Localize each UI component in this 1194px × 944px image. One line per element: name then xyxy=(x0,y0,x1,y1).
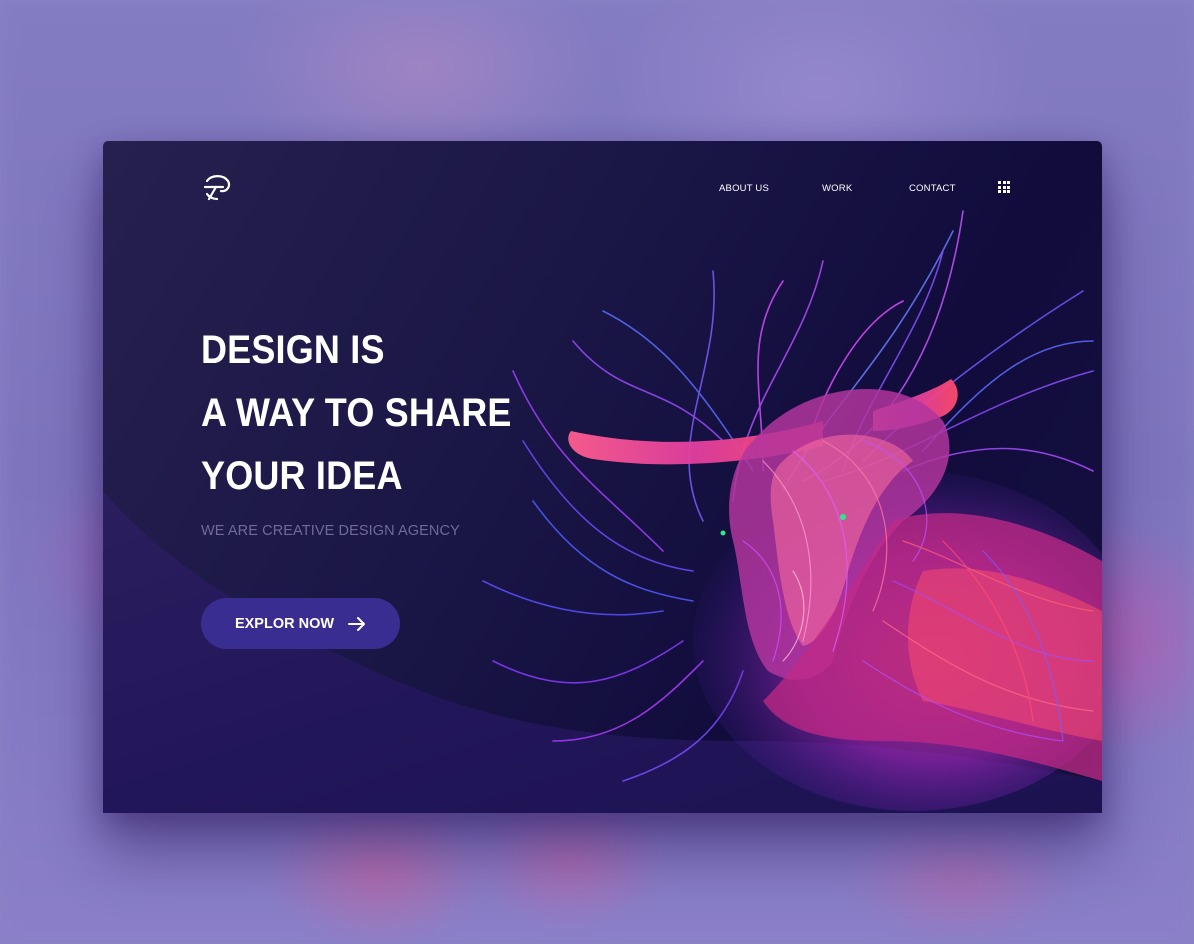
nav-link-work[interactable]: WORK xyxy=(822,183,852,194)
top-navigation: ABOUT US WORK CONTACT xyxy=(103,183,1102,197)
explore-now-label: EXPLOR NOW xyxy=(234,615,335,632)
headline-line-3: YOUR IDEA xyxy=(201,454,403,498)
nav-link-about-us[interactable]: ABOUT US xyxy=(719,183,769,194)
arrow-right-icon xyxy=(348,616,366,631)
hero-subtitle: WE ARE CREATIVE DESIGN AGENCY xyxy=(201,523,460,539)
nav-link-contact[interactable]: CONTACT xyxy=(909,183,956,194)
headline-line-2: A WAY TO SHARE xyxy=(201,391,512,435)
headline-line-1: DESIGN IS xyxy=(201,328,385,372)
explore-now-button[interactable]: EXPLOR NOW xyxy=(201,598,400,649)
grid-menu-icon[interactable] xyxy=(998,181,1010,193)
landing-page-card: ABOUT US WORK CONTACT DESIGN IS A WAY TO… xyxy=(103,141,1102,813)
hero-headline: DESIGN IS A WAY TO SHARE YOUR IDEA xyxy=(201,319,525,508)
